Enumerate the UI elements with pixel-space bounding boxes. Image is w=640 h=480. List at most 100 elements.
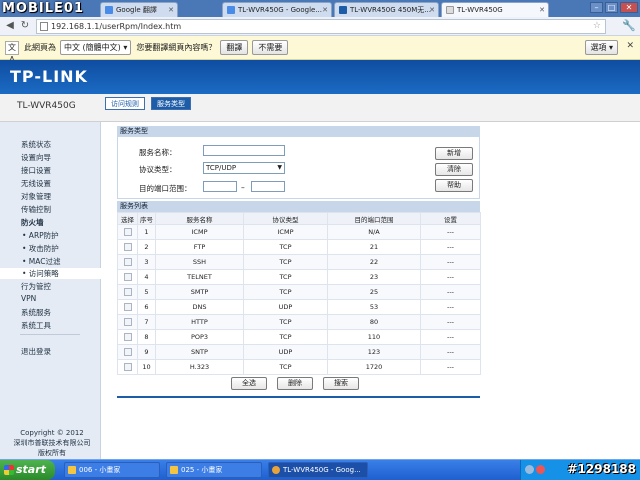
form-header: 服务类型 [117,126,480,137]
close-translate-icon[interactable]: ✕ [626,41,634,51]
sidebar-item-vpn[interactable]: VPN [21,294,36,303]
sidebar-item-arp[interactable]: • ARP防护 [22,230,59,241]
tab-router-admin[interactable]: TL-WVR450G ✕ [441,2,549,17]
protocol-select[interactable]: TCP/UDP ▼ [203,162,285,174]
table-row: 6 DNS UDP 53 --- [117,299,481,315]
sidebar-item-access-policy[interactable]: • 访问策略 [0,268,101,279]
row-checkbox[interactable] [123,318,132,326]
help-button[interactable]: 帮助 [435,179,473,192]
sidebar-item-attack[interactable]: • 攻击防护 [22,243,59,254]
table-row: 8 POP3 TCP 110 --- [117,329,481,345]
tab-access-rules[interactable]: 访问规则 [105,97,145,110]
row-checkbox[interactable] [123,333,132,341]
list-header: 服务列表 [117,201,480,212]
router-subheader [0,94,640,122]
row-checkbox[interactable] [123,303,132,311]
row-checkbox[interactable] [123,363,132,371]
sidebar-item-system-status[interactable]: 系统状态 [21,139,51,150]
search-button[interactable]: 搜索 [323,377,359,390]
tab-tp-product[interactable]: TL-WVR450G 450M无... ✕ [334,2,439,17]
sidebar-item-services[interactable]: 系统服务 [21,307,51,318]
google-icon [227,6,235,14]
select-all-button[interactable]: 全选 [231,377,267,390]
wrench-icon[interactable]: 🔧 [622,19,636,32]
window-controls: – □ ✕ [590,2,638,13]
tab-service-type[interactable]: 服务类型 [151,97,191,110]
close-tab-icon[interactable]: ✕ [429,6,435,14]
page-icon [40,22,48,31]
url-bar[interactable]: 192.168.1.1/userRpm/Index.htm ☆ [36,19,606,34]
table-row: 7 HTTP TCP 80 --- [117,314,481,330]
router-header: TP-LINK [0,60,640,94]
paint-icon [68,466,76,474]
clear-button[interactable]: 清除 [435,163,473,176]
chrome-icon [272,466,280,474]
translate-bar: 文A 此網頁為 中文 (簡體中文) ▾ 您要翻譯網頁內容嗎？ 翻譯 不需要 選項… [0,36,640,64]
sidebar-item-logout[interactable]: 退出登录 [21,346,51,357]
task-browser[interactable]: TL-WVR450G - Goog... [268,462,368,478]
reload-icon[interactable]: ↻ [19,20,31,32]
table-header-row: 选择 序号 服务名称 协议类型 目的端口范围 设置 [117,212,481,225]
translate-icon: 文A [5,40,19,64]
minimize-button[interactable]: – [590,2,603,13]
sidebar-item-behavior[interactable]: 行为管控 [21,281,51,292]
column-header: 设置 [420,212,481,225]
add-button[interactable]: 新增 [435,147,473,160]
translate-question: 您要翻譯網頁內容嗎？ [136,43,217,52]
table-row: 4 TELNET TCP 23 --- [117,269,481,285]
column-header: 服务名称 [155,212,244,225]
watermark-id: #1298188 [567,462,636,476]
security-icon[interactable] [536,465,545,474]
close-window-button[interactable]: ✕ [620,2,638,13]
row-checkbox[interactable] [123,258,132,266]
address-toolbar: ◀ ↻ 192.168.1.1/userRpm/Index.htm ☆ 🔧 [0,17,640,36]
tab-google-translate[interactable]: Google 翻譯 ✕ [100,2,178,17]
row-checkbox[interactable] [123,243,132,251]
port-end-input[interactable] [251,181,285,192]
port-start-input[interactable] [203,181,237,192]
tp-link-icon [339,6,347,14]
content-divider [117,396,480,398]
column-header: 选择 [117,212,138,225]
sidebar-item-mac-filter[interactable]: • MAC过滤 [22,256,61,267]
port-range-label: 目的端口范围： [139,184,192,193]
protocol-label: 协议类型： [139,165,177,174]
network-icon[interactable] [525,465,534,474]
back-icon[interactable]: ◀ [4,20,16,32]
taskbar: start 006 - 小畫家 025 - 小畫家 TL-WVR450G - G… [0,459,640,480]
bookmark-star-icon[interactable]: ☆ [593,20,601,33]
row-checkbox[interactable] [123,273,132,281]
row-checkbox[interactable] [123,228,132,236]
maximize-button[interactable]: □ [605,2,618,13]
translate-button[interactable]: 翻譯 [220,40,249,55]
table-row: 5 SMTP TCP 25 --- [117,284,481,300]
paint-icon [170,466,178,474]
sidebar-item-transfer-control[interactable]: 传输控制 [21,204,51,215]
windows-logo-icon [4,465,14,475]
table-row: 9 SNTP UDP 123 --- [117,344,481,360]
close-tab-icon[interactable]: ✕ [539,6,545,14]
close-tab-icon[interactable]: ✕ [322,6,328,14]
sidebar-item-firewall[interactable]: 防火墙 [21,217,44,228]
task-paint-006[interactable]: 006 - 小畫家 [64,462,160,478]
service-table: 选择 序号 服务名称 协议类型 目的端口范围 设置 1 ICMP ICMP N/A --… [117,212,481,375]
row-checkbox[interactable] [123,288,132,296]
tab-google-search[interactable]: TL-WVR450G - Google... ✕ [222,2,332,17]
close-tab-icon[interactable]: ✕ [168,6,174,14]
delete-button[interactable]: 删除 [277,377,313,390]
row-checkbox[interactable] [123,348,132,356]
sidebar-item-interface[interactable]: 接口设置 [21,165,51,176]
sidebar-item-setup-wizard[interactable]: 设置向导 [21,152,51,163]
no-translate-button[interactable]: 不需要 [252,40,289,55]
language-select[interactable]: 中文 (簡體中文) ▾ [60,40,132,55]
service-name-input[interactable] [203,145,285,156]
sidebar-item-objects[interactable]: 对象管理 [21,191,51,202]
start-button[interactable]: start [0,460,55,480]
sidebar-item-tools[interactable]: 系统工具 [21,320,51,331]
options-button[interactable]: 選項 ▾ [585,40,618,55]
watermark-logo: MOBILE01 [2,1,84,16]
copyright: Copyright © 2012 深圳市普联技术有限公司 版权所有 [13,429,91,457]
model-name: TL-WVR450G [17,101,76,111]
task-paint-025[interactable]: 025 - 小畫家 [166,462,262,478]
sidebar-item-wireless[interactable]: 无线设置 [21,178,51,189]
